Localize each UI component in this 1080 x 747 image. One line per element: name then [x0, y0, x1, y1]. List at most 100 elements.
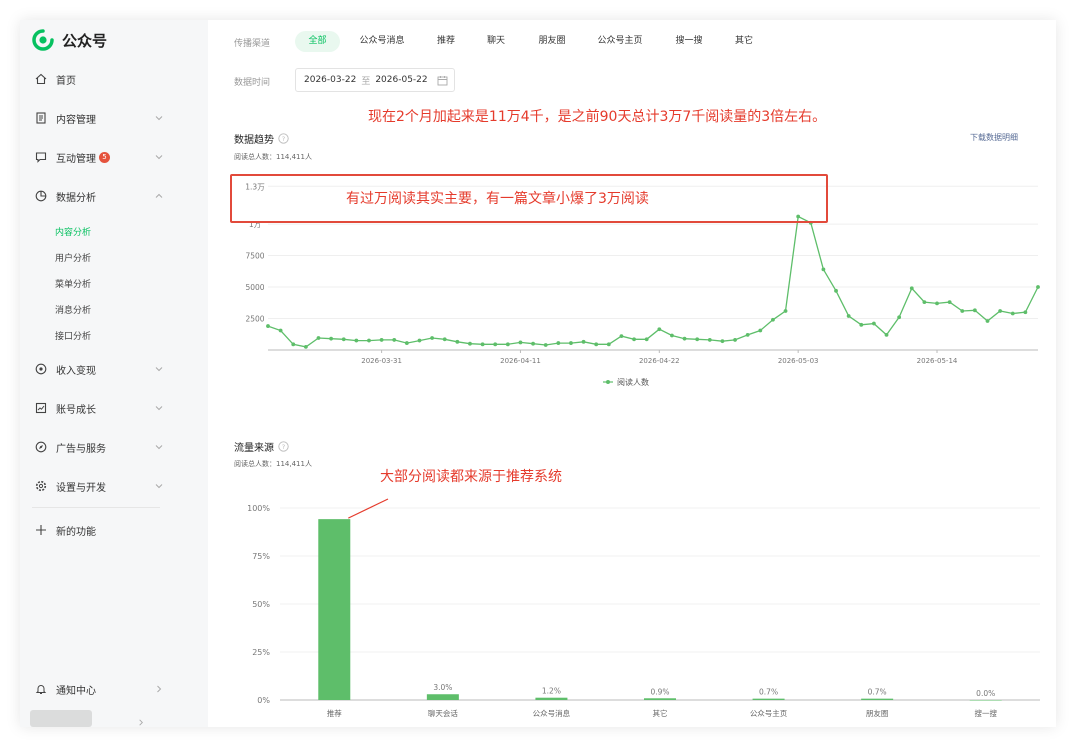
sidebar-subitem-message-analysis[interactable]: 消息分析	[55, 303, 91, 316]
sidebar-item-analytics[interactable]: 数据分析	[34, 186, 194, 206]
sidebar-subitem-api-analysis[interactable]: 接口分析	[55, 329, 91, 342]
annotation-spike-note: 有过万阅读其实主要，有一篇文章小爆了3万阅读	[346, 191, 649, 207]
sidebar-item-monetization[interactable]: 收入变现	[34, 359, 194, 379]
tab-all[interactable]: 全部	[295, 31, 340, 52]
data-point	[594, 342, 599, 347]
tab-search[interactable]: 搜一搜	[668, 31, 710, 52]
sidebar-item-label: 数据分析	[56, 192, 96, 204]
x-tick-label: 2026-05-14	[917, 357, 958, 365]
data-point	[897, 315, 902, 320]
sidebar-item-home[interactable]: 首页	[34, 69, 194, 89]
data-point	[960, 309, 965, 313]
x-tick-label: 公众号主页	[750, 708, 788, 718]
trend-total-readers: 阅读总人数：114,411人	[234, 153, 312, 161]
chevron-down-icon	[155, 155, 163, 160]
sidebar: 公众号 首页 内容管理 互动管理 5 数据分析 内容分析 用户分析 菜单分析 消…	[20, 20, 208, 727]
gear-icon	[34, 479, 48, 493]
data-point	[404, 341, 409, 345]
sidebar-item-label: 收入变现	[56, 365, 96, 377]
sidebar-item-notifications[interactable]: 通知中心	[34, 679, 194, 699]
document-icon	[34, 111, 48, 125]
x-tick-label: 其它	[653, 708, 668, 718]
data-point	[657, 327, 662, 332]
tab-recommend[interactable]: 推荐	[430, 31, 462, 52]
tab-homepage[interactable]: 公众号主页	[591, 31, 649, 52]
data-point	[771, 317, 775, 322]
sidebar-item-growth[interactable]: 账号成长	[34, 398, 194, 418]
app-name: 公众号	[62, 31, 108, 50]
data-point	[1036, 285, 1040, 289]
bar-1	[426, 694, 459, 700]
sidebar-subitem-menu-analysis[interactable]: 菜单分析	[55, 277, 91, 290]
help-icon[interactable]: ?	[278, 441, 289, 452]
sidebar-item-interaction[interactable]: 互动管理 5	[34, 147, 194, 167]
data-point	[859, 322, 864, 327]
y-tick-label: 2500	[245, 315, 264, 324]
help-icon[interactable]: ?	[278, 133, 289, 144]
data-point	[569, 341, 573, 345]
tab-other[interactable]: 其它	[728, 31, 760, 52]
x-tick-label: 聊天会话	[428, 708, 458, 718]
notification-badge: 5	[99, 151, 110, 163]
data-point	[329, 336, 334, 341]
data-point	[922, 300, 927, 305]
sidebar-item-new-features[interactable]: 新的功能	[34, 520, 194, 540]
sidebar-item-content[interactable]: 内容管理	[34, 108, 194, 128]
y-tick-label: 0%	[257, 696, 270, 705]
app-logo[interactable]: 公众号	[32, 28, 107, 52]
data-point	[354, 338, 359, 343]
sidebar-item-ads[interactable]: 广告与服务	[34, 437, 194, 457]
tab-chat[interactable]: 聊天	[480, 31, 512, 52]
date-start: 2026-03-22	[304, 75, 357, 85]
annotation-total-reads: 现在2个月加起来是11万4千，是之前90天总计3万7千阅读量的3倍左右。	[368, 109, 827, 125]
data-point	[417, 338, 422, 343]
data-point	[1010, 311, 1015, 316]
trend-section-title: 数据趋势 ?	[234, 131, 289, 146]
data-point	[821, 267, 826, 272]
data-point	[581, 339, 586, 344]
chevron-up-icon	[155, 193, 163, 198]
data-point	[442, 337, 447, 342]
data-point	[846, 314, 851, 318]
plus-icon	[34, 523, 48, 537]
app-window: 公众号 首页 内容管理 互动管理 5 数据分析 内容分析 用户分析 菜单分析 消…	[20, 20, 1056, 727]
pie-chart-icon	[34, 189, 48, 203]
bar-6	[969, 700, 1002, 701]
bell-icon	[34, 682, 48, 696]
data-point	[480, 342, 485, 347]
bar-value-label: 0.9%	[650, 687, 669, 696]
legend-marker	[606, 380, 610, 384]
logo-icon	[32, 29, 54, 51]
bar-value-label: 1.2%	[542, 687, 561, 696]
source-title-text: 流量来源	[234, 443, 274, 454]
data-point	[720, 339, 725, 344]
sidebar-subitem-user-analysis[interactable]: 用户分析	[55, 251, 91, 264]
svg-text:?: ?	[282, 443, 285, 451]
coin-icon	[34, 362, 48, 376]
data-point	[303, 344, 308, 349]
bar-0	[318, 519, 351, 700]
download-data-link[interactable]: 下载数据明细	[970, 132, 1018, 143]
x-tick-label: 朋友圈	[866, 708, 889, 718]
date-range-picker[interactable]: 2026-03-22 至 2026-05-22	[295, 68, 455, 92]
x-tick-label: 搜一搜	[974, 708, 997, 718]
bar-value-label: 0.0%	[976, 689, 995, 698]
data-point	[935, 301, 939, 306]
sidebar-item-label: 广告与服务	[56, 443, 106, 455]
sidebar-subitem-content-analysis[interactable]: 内容分析	[55, 225, 91, 238]
data-point	[985, 319, 990, 323]
tab-moments[interactable]: 朋友圈	[531, 31, 573, 52]
data-point	[379, 338, 384, 342]
bar-chart: 100% 75% 50% 25% 0% 推荐 3.0% 聊天会话 1.2% 公众号消息 0.9% 其它…	[247, 498, 1040, 718]
data-point	[733, 338, 737, 342]
x-tick-label: 2026-04-22	[639, 357, 680, 365]
data-point	[670, 333, 674, 338]
account-avatar[interactable]	[30, 710, 92, 727]
tab-official-messages[interactable]: 公众号消息	[353, 31, 411, 52]
sidebar-item-settings[interactable]: 设置与开发	[34, 476, 194, 496]
chevron-down-icon	[155, 484, 163, 489]
chevron-down-icon	[155, 116, 163, 121]
y-tick-label: 75%	[252, 552, 270, 561]
bar-value-label: 0.7%	[759, 688, 778, 697]
svg-text:?: ?	[282, 135, 285, 143]
